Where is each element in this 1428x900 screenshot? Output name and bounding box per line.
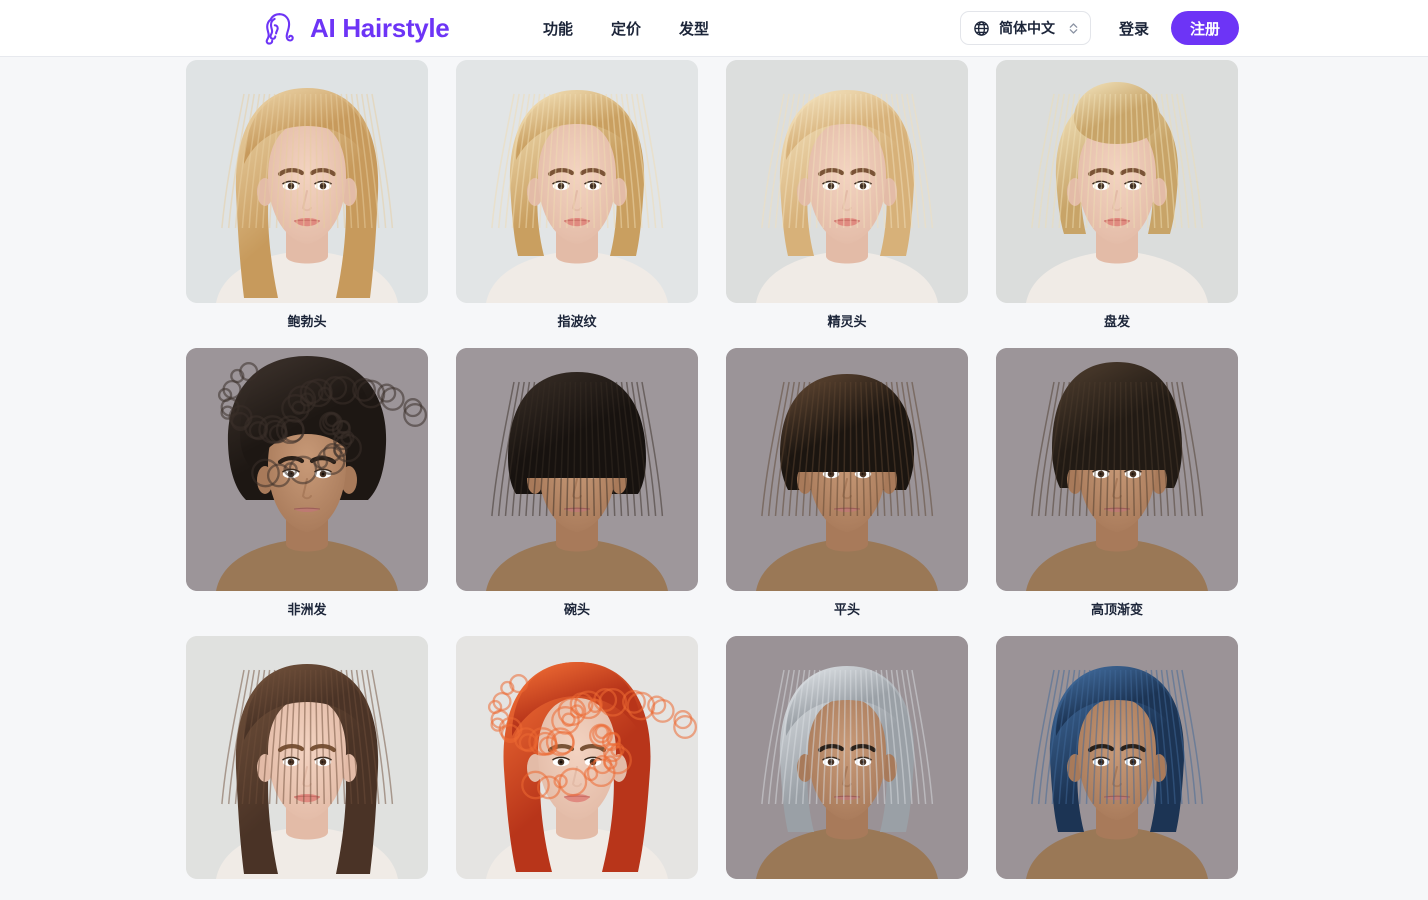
hairstyle-thumbnail[interactable] xyxy=(186,60,428,303)
hairstyle-thumbnail[interactable] xyxy=(186,636,428,879)
hairstyle-thumbnail[interactable] xyxy=(726,60,968,303)
hairstyle-thumbnail[interactable] xyxy=(996,348,1238,591)
hairstyle-thumbnail[interactable] xyxy=(996,60,1238,303)
hairstyle-label: 非洲发 xyxy=(287,602,327,617)
hairstyle-card[interactable] xyxy=(456,636,698,879)
site-header: AI Hairstyle 功能 定价 发型 简体中文 登录 注册 xyxy=(0,0,1428,57)
hairstyle-card[interactable]: 高顶渐变 xyxy=(996,348,1238,618)
hairstyle-card[interactable]: 非洲发 xyxy=(186,348,428,618)
nav-item-hairstyles[interactable]: 发型 xyxy=(679,18,709,39)
hairstyle-thumbnail[interactable] xyxy=(186,348,428,591)
hairstyle-card[interactable]: 鲍勃头 xyxy=(186,60,428,330)
language-value: 简体中文 xyxy=(998,20,1055,36)
hairstyle-card[interactable]: 盘发 xyxy=(996,60,1238,330)
hairstyle-card[interactable]: 指波纹 xyxy=(456,60,698,330)
hairstyle-card[interactable]: 碗头 xyxy=(456,348,698,618)
hairstyle-label: 鲍勃头 xyxy=(287,314,327,329)
hairstyle-label: 盘发 xyxy=(1103,314,1130,329)
hairstyle-thumbnail[interactable] xyxy=(456,348,698,591)
hairstyle-card[interactable] xyxy=(726,636,968,879)
brand-name: AI Hairstyle xyxy=(310,12,450,43)
hairstyle-thumbnail[interactable] xyxy=(996,636,1238,879)
main-nav: 功能 定价 发型 xyxy=(543,18,709,39)
brand-logo-link[interactable]: AI Hairstyle xyxy=(260,9,450,47)
hair-silhouette-icon xyxy=(260,9,298,47)
hairstyle-card[interactable] xyxy=(996,636,1238,879)
hairstyle-card[interactable]: 平头 xyxy=(726,348,968,618)
nav-item-pricing[interactable]: 定价 xyxy=(611,18,641,39)
hairstyle-label: 高顶渐变 xyxy=(1090,602,1143,617)
hairstyle-label: 平头 xyxy=(833,602,860,617)
hairstyle-thumbnail[interactable] xyxy=(456,636,698,879)
chevron-up-down-icon xyxy=(1068,21,1079,36)
globe-icon xyxy=(973,20,990,37)
hairstyle-card[interactable]: 精灵头 xyxy=(726,60,968,330)
signup-button[interactable]: 注册 xyxy=(1170,11,1239,45)
nav-item-features[interactable]: 功能 xyxy=(543,18,573,39)
hairstyle-thumbnail[interactable] xyxy=(726,348,968,591)
hairstyle-gallery: 鲍勃头 指波纹 精灵头 盘发 非洲发 碗头 平头 高顶渐变 xyxy=(0,57,1428,879)
hairstyle-card[interactable] xyxy=(186,636,428,879)
hairstyle-thumbnail[interactable] xyxy=(456,60,698,303)
hairstyle-label: 精灵头 xyxy=(827,314,867,329)
hairstyle-label: 碗头 xyxy=(563,602,590,617)
hairstyle-grid: 鲍勃头 指波纹 精灵头 盘发 非洲发 碗头 平头 高顶渐变 xyxy=(186,60,1240,879)
login-link[interactable]: 登录 xyxy=(1119,18,1149,39)
header-actions: 简体中文 登录 注册 xyxy=(959,11,1239,45)
hairstyle-label: 指波纹 xyxy=(557,314,597,329)
language-selector[interactable]: 简体中文 xyxy=(959,11,1091,45)
hairstyle-thumbnail[interactable] xyxy=(726,636,968,879)
